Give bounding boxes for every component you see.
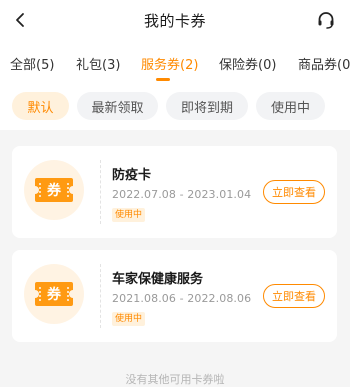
status-badge: 使用中: [112, 312, 146, 326]
coupon-validity-dates: 2022.07.08 - 2023.01.04: [112, 188, 252, 201]
coupon-icon: 券: [35, 282, 73, 306]
coupon-validity-dates: 2021.08.06 - 2022.08.06: [112, 292, 252, 305]
category-tabs: 全部(5) 礼包(3) 服务券(2) 保险券(0) 商品券(0): [0, 50, 350, 84]
sort-filter-chips: 默认 最新领取 即将到期 使用中: [0, 92, 350, 122]
filter-in-use[interactable]: 使用中: [256, 92, 325, 120]
coupon-icon-circle: 券: [24, 160, 84, 220]
coupon-icon-circle: 券: [24, 264, 84, 324]
coupon-name: 防疫卡: [112, 168, 152, 183]
card-divider: [100, 264, 101, 328]
active-tab-indicator: [156, 78, 170, 81]
tab-insurance-coupon[interactable]: 保险券(0): [219, 54, 276, 73]
tab-gift-pack[interactable]: 礼包(3): [76, 54, 120, 73]
page-title: 我的卡券: [143, 12, 206, 30]
status-badge: 使用中: [112, 208, 146, 222]
headset-icon: [318, 12, 334, 29]
coupon-icon: 券: [35, 178, 73, 202]
tab-service-coupon[interactable]: 服务券(2): [141, 54, 198, 73]
top-panel: 我的卡券 全部(5) 礼包(3) 服务券(2) 保险券(0) 商品券(0) 默认…: [0, 0, 350, 130]
no-more-coupons-note: 没有其他可用卡券啦: [125, 373, 225, 386]
filter-expiring-soon[interactable]: 即将到期: [166, 92, 248, 120]
coupon-card[interactable]: 券 车家保健康服务 2021.08.06 - 2022.08.06 使用中 立即…: [12, 250, 337, 342]
coupon-card[interactable]: 券 防疫卡 2022.07.08 - 2023.01.04 使用中 立即查看: [12, 146, 337, 238]
tab-all[interactable]: 全部(5): [10, 54, 54, 73]
view-now-button[interactable]: 立即查看: [263, 180, 325, 204]
filter-latest-received[interactable]: 最新领取: [77, 92, 158, 120]
tab-product-coupon[interactable]: 商品券(0): [298, 54, 350, 73]
coupon-name: 车家保健康服务: [112, 272, 204, 287]
svg-text:券: 券: [47, 182, 62, 199]
customer-service-button[interactable]: [314, 8, 338, 32]
view-now-button[interactable]: 立即查看: [263, 284, 325, 308]
filter-default[interactable]: 默认: [12, 92, 69, 120]
svg-text:券: 券: [47, 286, 62, 303]
card-divider: [100, 160, 101, 224]
